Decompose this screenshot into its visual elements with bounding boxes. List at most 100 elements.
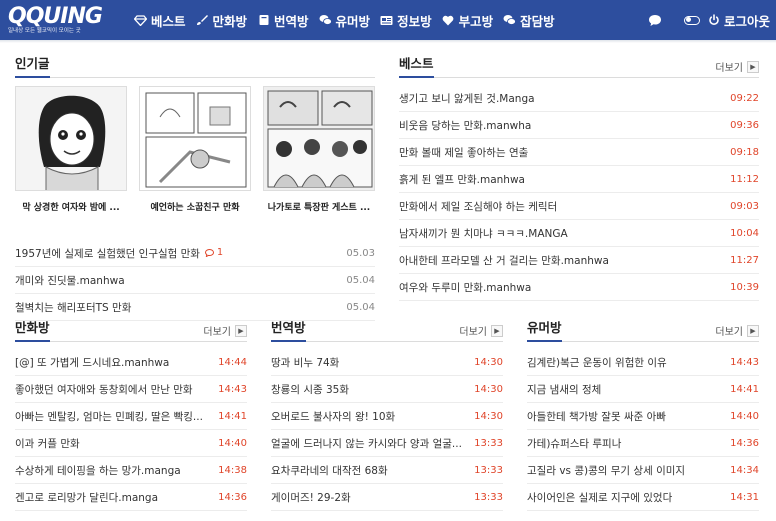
more-button[interactable]: 더보기 ▶ bbox=[715, 323, 759, 338]
post-title[interactable]: 고질라 vs 콩)콩의 무기 상세 이미지 bbox=[527, 463, 724, 478]
post-date: 05.03 bbox=[346, 247, 375, 259]
post-title[interactable]: 오버로드 불사자의 왕! 10화 bbox=[271, 409, 468, 424]
thumbnail-image[interactable] bbox=[15, 86, 127, 191]
post-title[interactable]: 이과 커플 만화 bbox=[15, 436, 212, 451]
list-item[interactable]: 가테)슈퍼스타 루피나 14:36 bbox=[527, 430, 759, 457]
post-title[interactable]: 가테)슈퍼스타 루피나 bbox=[527, 436, 724, 451]
post-title[interactable]: 여우와 두루미 만화.manhwa bbox=[399, 280, 724, 295]
post-title[interactable]: 1957년에 실제로 실험했던 인구실험 만화 bbox=[15, 248, 200, 260]
post-title[interactable]: 아내한테 프라모델 산 거 걸리는 만화.manhwa bbox=[399, 253, 724, 268]
list-item[interactable]: 얼굴에 드러나지 않는 카시와다 양과 얼굴... 13:33 bbox=[271, 430, 503, 457]
post-title[interactable]: 창룡의 시종 35화 bbox=[271, 382, 468, 397]
post-title[interactable]: 철벽치는 해리포터TS 만화 bbox=[15, 300, 340, 315]
post-title[interactable]: 얼굴에 드러나지 않는 카시와다 양과 얼굴... bbox=[271, 436, 468, 451]
list-item[interactable]: 고질라 vs 콩)콩의 무기 상세 이미지 14:34 bbox=[527, 457, 759, 484]
nav-translate[interactable]: 번역방 bbox=[257, 11, 309, 30]
popular-title[interactable]: 인기글 bbox=[15, 53, 50, 78]
message-icon[interactable] bbox=[648, 14, 662, 27]
post-title[interactable]: 좋아했던 여자애와 동창회에서 만난 만화 bbox=[15, 382, 212, 397]
thumbnail-image[interactable] bbox=[263, 86, 375, 191]
thumbnail-image[interactable] bbox=[139, 86, 251, 191]
list-item[interactable]: 요차쿠라네의 대작전 68화 13:33 bbox=[271, 457, 503, 484]
list-item[interactable]: 오버로드 불사자의 왕! 10화 14:30 bbox=[271, 403, 503, 430]
list-item[interactable]: 사이어인은 실제로 지구에 있었다 14:31 bbox=[527, 484, 759, 511]
thumb-card[interactable]: 예언하는 소꿉친구 만화 bbox=[139, 86, 251, 213]
list-item[interactable]: 땅과 비누 74화 14:30 bbox=[271, 349, 503, 376]
post-title[interactable]: 아빠는 멘탈킹, 엄마는 민폐킹, 딸은 빡킹... bbox=[15, 409, 212, 424]
nav-obituary[interactable]: 부고방 bbox=[442, 11, 493, 30]
thumb-card[interactable]: 나가토로 특장판 게스트 ... bbox=[263, 86, 375, 213]
nav-info[interactable]: 정보방 bbox=[380, 11, 432, 30]
heart-icon bbox=[442, 14, 455, 27]
list-item[interactable]: 이과 커플 만화 14:40 bbox=[15, 430, 247, 457]
translate-header: 번역방 더보기 ▶ bbox=[271, 320, 503, 342]
post-title[interactable]: 겐고로 로리망가 달린다.manga bbox=[15, 490, 212, 505]
post-title[interactable]: 만화 볼때 제일 좋아하는 연출 bbox=[399, 145, 724, 160]
best-list: 생기고 보니 앓게된 것.Manga 09:22 비웃음 당하는 만화.manwh… bbox=[399, 85, 759, 301]
post-title[interactable]: 요차쿠라네의 대작전 68화 bbox=[271, 463, 468, 478]
list-item[interactable]: 여우와 두루미 만화.manhwa 10:39 bbox=[399, 274, 759, 301]
list-item[interactable]: 아빠는 멘탈킹, 엄마는 민폐킹, 딸은 빡킹... 14:41 bbox=[15, 403, 247, 430]
list-item[interactable]: 김계란)복근 운동이 위험한 이유 14:43 bbox=[527, 349, 759, 376]
logo-text: QQUING bbox=[8, 3, 103, 29]
post-title[interactable]: 수상하게 테이핑을 하는 망가.manga bbox=[15, 463, 212, 478]
more-button[interactable]: 더보기 ▶ bbox=[203, 323, 247, 338]
manhwa-title[interactable]: 만화방 bbox=[15, 317, 50, 342]
post-title[interactable]: 땅과 비누 74화 bbox=[271, 355, 468, 370]
more-button[interactable]: 더보기 ▶ bbox=[715, 59, 759, 74]
post-title[interactable]: 지금 냄새의 정체 bbox=[527, 382, 724, 397]
post-title[interactable]: 아들한테 책가방 잘못 싸준 아빠 bbox=[527, 409, 724, 424]
list-item[interactable]: 창룡의 시종 35화 14:30 bbox=[271, 376, 503, 403]
thumb-caption[interactable]: 예언하는 소꿉친구 만화 bbox=[139, 200, 251, 213]
brush-icon bbox=[196, 14, 209, 27]
list-item[interactable]: 비웃음 당하는 만화.manwha 09:36 bbox=[399, 112, 759, 139]
post-title[interactable]: 사이어인은 실제로 지구에 있었다 bbox=[527, 490, 724, 505]
post-title[interactable]: 게이머즈! 29-2화 bbox=[271, 490, 468, 505]
thumb-caption[interactable]: 막 상경한 여자와 밤에 ... bbox=[15, 200, 127, 213]
nav-humor[interactable]: 유머방 bbox=[319, 11, 370, 30]
list-item[interactable]: 아들한테 책가방 잘못 싸준 아빠 14:40 bbox=[527, 403, 759, 430]
post-title[interactable]: [@] 또 가볍게 드시네요.manhwa bbox=[15, 355, 212, 370]
best-title[interactable]: 베스트 bbox=[399, 53, 434, 78]
post-title[interactable]: 비웃음 당하는 만화.manwha bbox=[399, 118, 724, 133]
list-item[interactable]: 만화 볼때 제일 좋아하는 연출 09:18 bbox=[399, 139, 759, 166]
thumb-card[interactable]: 막 상경한 여자와 밤에 ... bbox=[15, 86, 127, 213]
list-item[interactable]: [@] 또 가볍게 드시네요.manhwa 14:44 bbox=[15, 349, 247, 376]
post-title[interactable]: 남자새끼가 뭔 치마냐 ㅋㅋㅋ.MANGA bbox=[399, 226, 724, 241]
list-item[interactable]: 좋아했던 여자애와 동창회에서 만난 만화 14:43 bbox=[15, 376, 247, 403]
nav-chat[interactable]: 잡담방 bbox=[503, 11, 555, 30]
list-item[interactable]: 아내한테 프라모델 산 거 걸리는 만화.manhwa 11:27 bbox=[399, 247, 759, 274]
post-time: 11:27 bbox=[730, 254, 759, 266]
list-item[interactable]: 만화에서 제일 조심해야 하는 케릭터 09:03 bbox=[399, 193, 759, 220]
post-title[interactable]: 만화에서 제일 조심해야 하는 케릭터 bbox=[399, 199, 724, 214]
post-time: 10:04 bbox=[730, 227, 759, 239]
dark-mode-toggle[interactable] bbox=[683, 15, 700, 25]
post-title[interactable]: 김계란)복근 운동이 위험한 이유 bbox=[527, 355, 724, 370]
list-item[interactable]: 개미와 진딧물.manhwa 05.04 bbox=[15, 267, 375, 294]
main-nav: 베스트 만화방 번역방 유머방 정보방 부고방 잡담방 bbox=[134, 11, 565, 30]
list-item[interactable]: 생기고 보니 앓게된 것.Manga 09:22 bbox=[399, 85, 759, 112]
post-title[interactable]: 개미와 진딧물.manhwa bbox=[15, 273, 340, 288]
list-item[interactable]: 1957년에 실제로 실험했던 인구실험 만화 1 05.03 bbox=[15, 240, 375, 267]
thumb-caption[interactable]: 나가토로 특장판 게스트 ... bbox=[263, 200, 375, 213]
list-item[interactable]: 수상하게 테이핑을 하는 망가.manga 14:38 bbox=[15, 457, 247, 484]
more-button[interactable]: 더보기 ▶ bbox=[459, 323, 503, 338]
translate-title[interactable]: 번역방 bbox=[271, 317, 306, 342]
site-logo[interactable]: QQUING 일내상 모든 웹코믹이 모이는 곳 bbox=[8, 3, 120, 35]
list-item[interactable]: 게이머즈! 29-2화 13:33 bbox=[271, 484, 503, 511]
humor-title[interactable]: 유머방 bbox=[527, 317, 562, 342]
comment-icon bbox=[204, 248, 214, 257]
post-time: 09:03 bbox=[730, 200, 759, 212]
list-item[interactable]: 겐고로 로리망가 달린다.manga 14:36 bbox=[15, 484, 247, 511]
list-item[interactable]: 지금 냄새의 정체 14:41 bbox=[527, 376, 759, 403]
chevron-right-icon: ▶ bbox=[747, 324, 759, 337]
nav-best[interactable]: 베스트 bbox=[134, 11, 186, 30]
logout-button[interactable]: 로그아웃 bbox=[708, 11, 770, 30]
nav-manhwa[interactable]: 만화방 bbox=[196, 11, 247, 30]
post-title[interactable]: 생기고 보니 앓게된 것.Manga bbox=[399, 91, 724, 106]
list-item[interactable]: 남자새끼가 뭔 치마냐 ㅋㅋㅋ.MANGA 10:04 bbox=[399, 220, 759, 247]
nav-info-label: 정보방 bbox=[397, 13, 432, 29]
post-title[interactable]: 흙게 된 엘프 만화.manhwa bbox=[399, 172, 724, 187]
list-item[interactable]: 흙게 된 엘프 만화.manhwa 11:12 bbox=[399, 166, 759, 193]
list-item[interactable]: 철벽치는 해리포터TS 만화 05.04 bbox=[15, 294, 375, 321]
